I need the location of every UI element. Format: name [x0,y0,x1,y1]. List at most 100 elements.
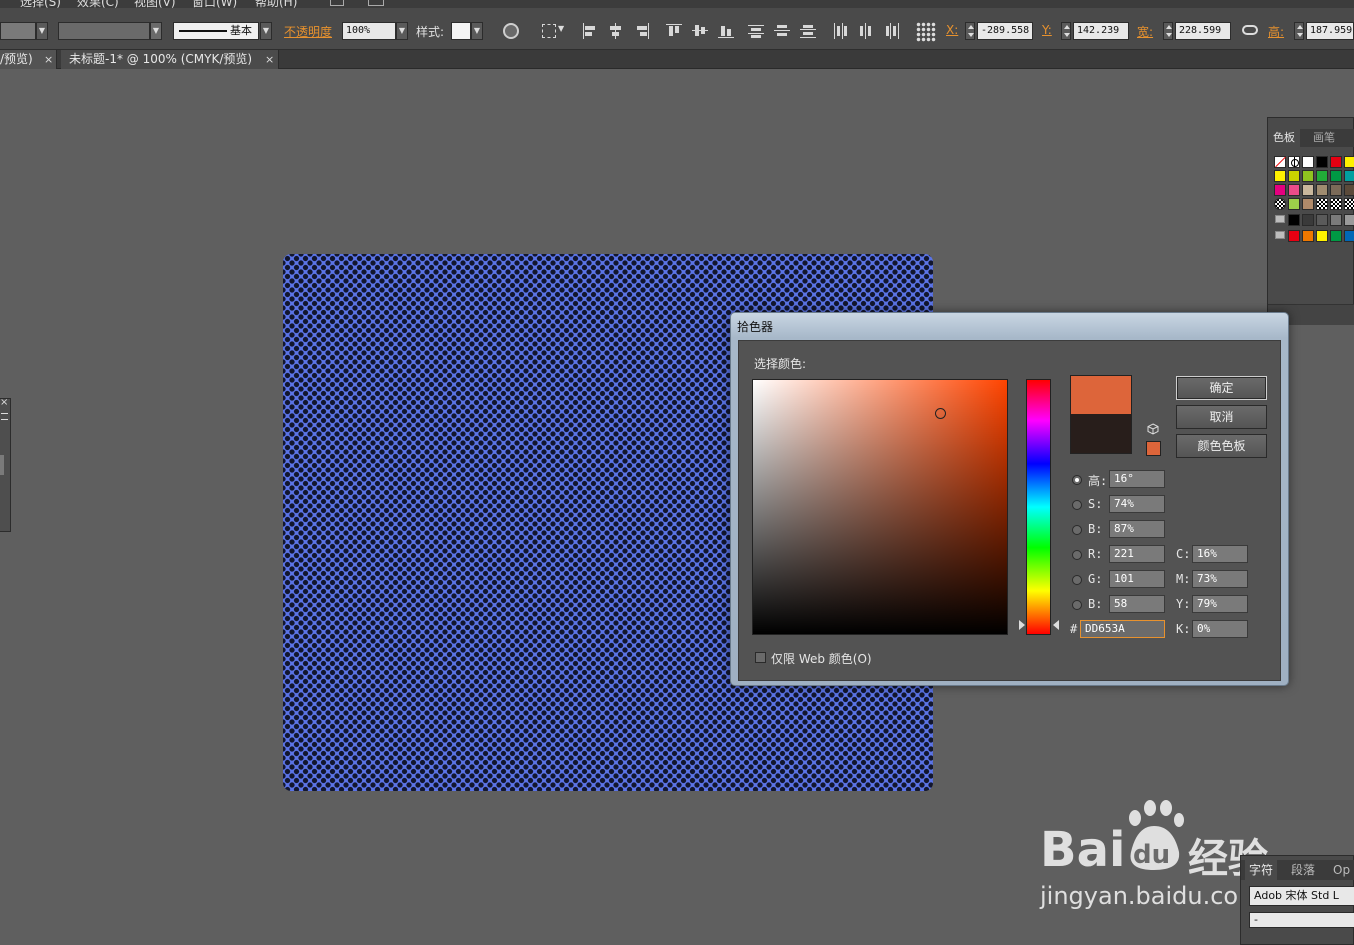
swatch[interactable] [1330,214,1342,226]
width-input[interactable]: 228.599 [1175,22,1231,40]
swatch[interactable] [1288,230,1300,242]
y-label[interactable]: Y: [1042,23,1052,37]
y-input[interactable]: 142.239 [1073,22,1129,40]
magenta-input[interactable]: 73% [1192,570,1248,588]
chevron-down-icon[interactable]: ▼ [36,22,48,40]
swatch-pattern[interactable] [1344,198,1354,210]
hue-slider-handle-left[interactable] [1019,620,1025,630]
font-family-field[interactable]: Adob 宋体 Std L [1249,886,1354,906]
swatch[interactable] [1316,214,1328,226]
height-input[interactable]: 187.959 [1306,22,1354,40]
hex-input[interactable]: DD653A [1080,620,1165,638]
chevron-down-icon[interactable]: ▼ [558,24,564,33]
brightness-input[interactable]: 87% [1109,520,1165,538]
menu-select[interactable]: 选择(S) [20,0,61,8]
font-style-field[interactable]: - [1249,912,1354,928]
panel-menu-icon[interactable] [1,413,8,420]
folder-icon[interactable] [1275,215,1285,223]
tab-swatches[interactable]: 色板 [1268,129,1300,147]
green-input[interactable]: 101 [1109,570,1165,588]
bridge-icon[interactable] [330,0,344,6]
panel-field[interactable] [0,455,4,475]
distribute-center-h-icon[interactable] [858,23,874,39]
height-stepper-icon[interactable] [1294,22,1304,40]
swatch[interactable] [1316,170,1328,182]
y-stepper-icon[interactable] [1061,22,1071,40]
chevron-down-icon[interactable]: ▼ [471,22,483,40]
black-input[interactable]: 0% [1192,620,1248,638]
distribute-left-icon[interactable] [832,23,848,39]
menu-help[interactable]: 帮助(H) [255,0,297,8]
x-stepper-icon[interactable] [965,22,975,40]
transform-reference-point-icon[interactable] [916,22,936,42]
radio-green[interactable] [1072,575,1082,585]
opacity-input[interactable]: 100% [342,22,396,40]
swatch[interactable] [1302,230,1314,242]
radio-hue[interactable] [1072,475,1082,485]
swatch-none[interactable] [1274,156,1286,168]
x-input[interactable]: -289.558 [977,22,1033,40]
swatch[interactable] [1274,184,1286,196]
radio-brightness[interactable] [1072,525,1082,535]
swatch-red[interactable] [1330,156,1342,168]
constrain-proportions-link-icon[interactable] [1242,25,1258,35]
red-input[interactable]: 221 [1109,545,1165,563]
select-similar-icon[interactable] [542,24,556,38]
tab-untitled-1[interactable]: 未标题-1* @ 100% (CMYK/预览) [61,50,279,69]
swatch-pattern[interactable] [1330,198,1342,210]
color-cursor[interactable] [935,408,946,419]
swatch-pattern[interactable] [1302,198,1314,210]
recolor-artwork-icon[interactable] [503,23,519,39]
swatch[interactable] [1288,214,1300,226]
cube-icon[interactable] [1147,423,1159,435]
align-right-icon[interactable] [634,23,650,39]
radio-red[interactable] [1072,550,1082,560]
swatch[interactable] [1344,214,1354,226]
height-label[interactable]: 高: [1268,23,1284,40]
hue-input[interactable]: 16° [1109,470,1165,488]
width-label[interactable]: 宽: [1137,23,1153,40]
swatch[interactable] [1316,184,1328,196]
saturation-input[interactable]: 74% [1109,495,1165,513]
swatch-black[interactable] [1316,156,1328,168]
tab-paragraph[interactable]: 段落 [1287,860,1319,880]
swatch-pattern[interactable] [1288,198,1300,210]
tab-brushes[interactable]: 画笔 [1308,129,1340,147]
swatch[interactable] [1288,184,1300,196]
chevron-down-icon[interactable]: ▼ [396,22,408,40]
distribute-center-v-icon[interactable] [774,23,790,39]
arrange-docs-icon[interactable] [368,0,384,6]
swatch[interactable] [1302,184,1314,196]
swatch-white[interactable] [1302,156,1314,168]
close-icon[interactable]: × [44,50,53,69]
x-label[interactable]: X: [946,23,958,37]
folder-icon[interactable] [1275,231,1285,239]
swatch[interactable] [1330,184,1342,196]
align-left-icon[interactable] [582,23,598,39]
radio-blue[interactable] [1072,600,1082,610]
ok-button[interactable]: 确定 [1176,376,1267,400]
swatch[interactable] [1344,184,1354,196]
align-top-icon[interactable] [666,23,682,39]
yellow-input[interactable]: 79% [1192,595,1248,613]
align-center-h-icon[interactable] [608,23,624,39]
align-center-v-icon[interactable] [692,23,708,39]
color-swatches-button[interactable]: 颜色色板 [1176,434,1267,458]
align-bottom-icon[interactable] [718,23,734,39]
chevron-down-icon[interactable]: ▼ [150,22,162,40]
distribute-top-icon[interactable] [748,23,764,39]
menu-window[interactable]: 窗口(W) [192,0,237,8]
swatch-registration[interactable] [1288,156,1300,168]
tab-opentype[interactable]: Op [1329,860,1354,880]
distribute-bottom-icon[interactable] [800,23,816,39]
original-color-swatch[interactable] [1070,414,1132,454]
fill-swatch-dropdown[interactable] [0,22,36,40]
opacity-label[interactable]: 不透明度 [284,23,332,40]
distribute-right-icon[interactable] [884,23,900,39]
swatch-yellow[interactable] [1344,156,1354,168]
saturation-brightness-field[interactable] [752,379,1008,635]
swatch[interactable] [1330,170,1342,182]
swatch[interactable] [1302,170,1314,182]
menu-view[interactable]: 视图(V) [134,0,176,8]
swatch-pattern[interactable] [1316,198,1328,210]
